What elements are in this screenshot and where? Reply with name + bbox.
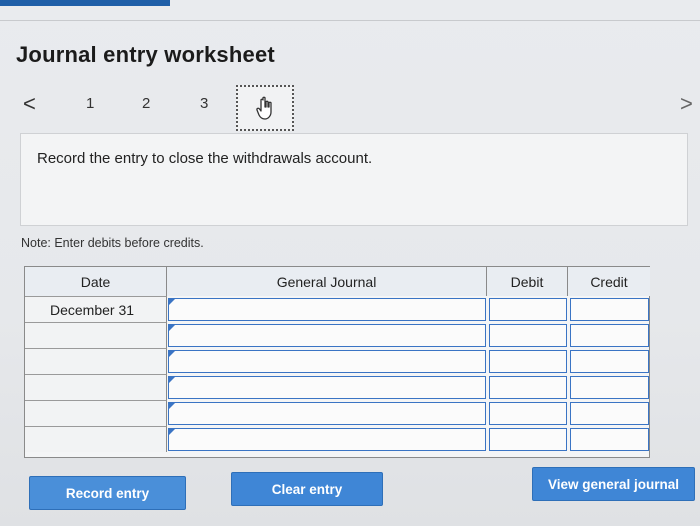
account-input[interactable] (168, 298, 486, 321)
date-cell[interactable] (25, 374, 167, 400)
tab-3[interactable]: 3 (200, 95, 208, 112)
dropdown-marker-icon (169, 299, 175, 305)
hand-pointer-icon (256, 96, 272, 120)
header-general-journal: General Journal (167, 267, 487, 296)
tab-4-active[interactable] (236, 85, 294, 131)
instruction-text: Record the entry to close the withdrawal… (37, 150, 373, 167)
account-input[interactable] (168, 350, 486, 373)
date-cell: December 31 (25, 296, 167, 322)
dropdown-marker-icon (169, 429, 175, 435)
clear-entry-button[interactable]: Clear entry (231, 472, 383, 506)
next-arrow-icon[interactable]: > (680, 91, 693, 117)
credit-input[interactable] (570, 402, 649, 425)
date-cell[interactable] (25, 426, 167, 452)
table-row (25, 400, 649, 426)
account-input[interactable] (168, 402, 486, 425)
header-debit: Debit (487, 267, 568, 296)
credit-input[interactable] (570, 428, 649, 451)
credit-input[interactable] (570, 298, 649, 321)
note-text: Note: Enter debits before credits. (21, 236, 204, 250)
debit-input[interactable] (489, 324, 567, 347)
top-accent-bar (0, 0, 170, 6)
account-input[interactable] (168, 428, 486, 451)
table-row (25, 374, 649, 400)
credit-input[interactable] (570, 350, 649, 373)
table-row (25, 348, 649, 374)
journal-table: Date General Journal Debit Credit Decemb… (24, 266, 650, 458)
header-date: Date (25, 267, 167, 296)
dropdown-marker-icon (169, 403, 175, 409)
debit-input[interactable] (489, 402, 567, 425)
account-input[interactable] (168, 324, 486, 347)
tab-1[interactable]: 1 (86, 95, 94, 112)
header-credit: Credit (568, 267, 650, 296)
debit-input[interactable] (489, 350, 567, 373)
credit-input[interactable] (570, 376, 649, 399)
debit-input[interactable] (489, 376, 567, 399)
date-cell[interactable] (25, 322, 167, 348)
previous-arrow-icon[interactable]: < (23, 91, 36, 117)
top-divider (0, 20, 700, 21)
view-general-journal-button[interactable]: View general journal (532, 467, 695, 501)
dropdown-marker-icon (169, 325, 175, 331)
page-title: Journal entry worksheet (16, 42, 275, 67)
credit-input[interactable] (570, 324, 649, 347)
record-entry-button[interactable]: Record entry (29, 476, 186, 510)
date-cell[interactable] (25, 400, 167, 426)
tab-2[interactable]: 2 (142, 95, 150, 112)
dropdown-marker-icon (169, 351, 175, 357)
table-row: December 31 (25, 296, 649, 322)
instruction-box: Record the entry to close the withdrawal… (20, 133, 688, 226)
debit-input[interactable] (489, 428, 567, 451)
dropdown-marker-icon (169, 377, 175, 383)
debit-input[interactable] (489, 298, 567, 321)
table-row (25, 322, 649, 348)
date-cell[interactable] (25, 348, 167, 374)
account-input[interactable] (168, 376, 486, 399)
table-row (25, 426, 649, 452)
